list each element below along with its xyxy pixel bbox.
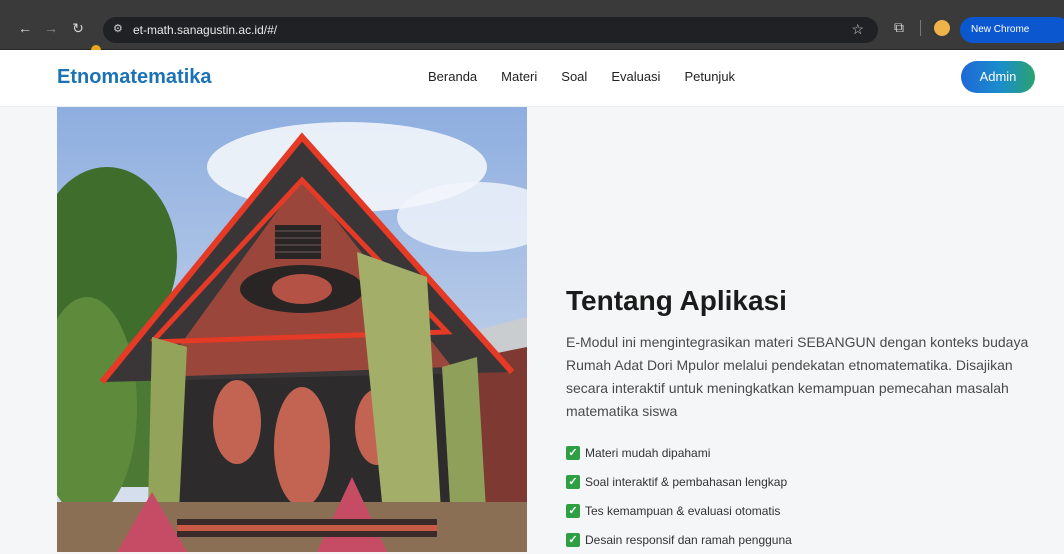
back-icon[interactable]: ← — [17, 20, 33, 36]
feature-label: Materi mudah dipahami — [585, 445, 711, 460]
feature-item: ✓ Materi mudah dipahami — [566, 438, 792, 467]
nav-materi[interactable]: Materi — [501, 69, 537, 84]
nav-beranda[interactable]: Beranda — [428, 69, 477, 84]
profile-avatar[interactable] — [934, 20, 950, 36]
feature-label: Tes kemampuan & evaluasi otomatis — [585, 503, 781, 518]
about-description: E-Modul ini mengintegrasikan materi SEBA… — [566, 334, 1029, 419]
reload-icon[interactable]: ↻ — [70, 20, 86, 36]
update-chrome-button[interactable]: New Chrome available — [960, 17, 1064, 61]
about-title: Tentang Aplikasi — [566, 285, 787, 316]
checkmark-icon: ✓ — [566, 503, 580, 518]
forward-icon[interactable]: → — [43, 20, 59, 36]
main-nav: Beranda Materi Soal Evaluasi Petunjuk — [428, 69, 759, 84]
nav-soal[interactable]: Soal — [561, 69, 587, 84]
feature-item: ✓ Desain responsif dan ramah pengguna — [566, 525, 792, 554]
extensions-icon[interactable]: ⧉ — [894, 19, 910, 35]
admin-button[interactable]: Admin — [961, 61, 1035, 93]
site-header: Etnomatematika Beranda Materi Soal Evalu… — [0, 50, 1064, 107]
browser-toolbar: ← → ↻ ⚙ et-math.sanagustin.ac.id/#/ ☆ ⧉ … — [0, 0, 1064, 61]
checkmark-icon: ✓ — [566, 445, 580, 460]
feature-label: Desain responsif dan ramah pengguna — [585, 532, 792, 547]
url-text[interactable]: et-math.sanagustin.ac.id/#/ — [133, 23, 277, 37]
checkmark-icon: ✓ — [566, 532, 580, 547]
feature-item: ✓ Tes kemampuan & evaluasi otomatis — [566, 496, 792, 525]
house-photo — [57, 107, 527, 552]
address-bar[interactable]: ⚙ et-math.sanagustin.ac.id/#/ ☆ — [103, 17, 878, 43]
feature-list: ✓ Materi mudah dipahami ✓ Soal interakti… — [566, 438, 792, 554]
checkmark-icon: ✓ — [566, 474, 580, 489]
nav-evaluasi[interactable]: Evaluasi — [611, 69, 660, 84]
feature-label: Soal interaktif & pembahasan lengkap — [585, 474, 788, 489]
nav-petunjuk[interactable]: Petunjuk — [684, 69, 735, 84]
site-info-icon[interactable]: ⚙ — [113, 22, 127, 36]
bookmark-star-icon[interactable]: ☆ — [851, 21, 864, 38]
site-brand[interactable]: Etnomatematika — [57, 66, 212, 89]
feature-item: ✓ Soal interaktif & pembahasan lengkap — [566, 467, 792, 496]
toolbar-divider — [920, 20, 921, 36]
